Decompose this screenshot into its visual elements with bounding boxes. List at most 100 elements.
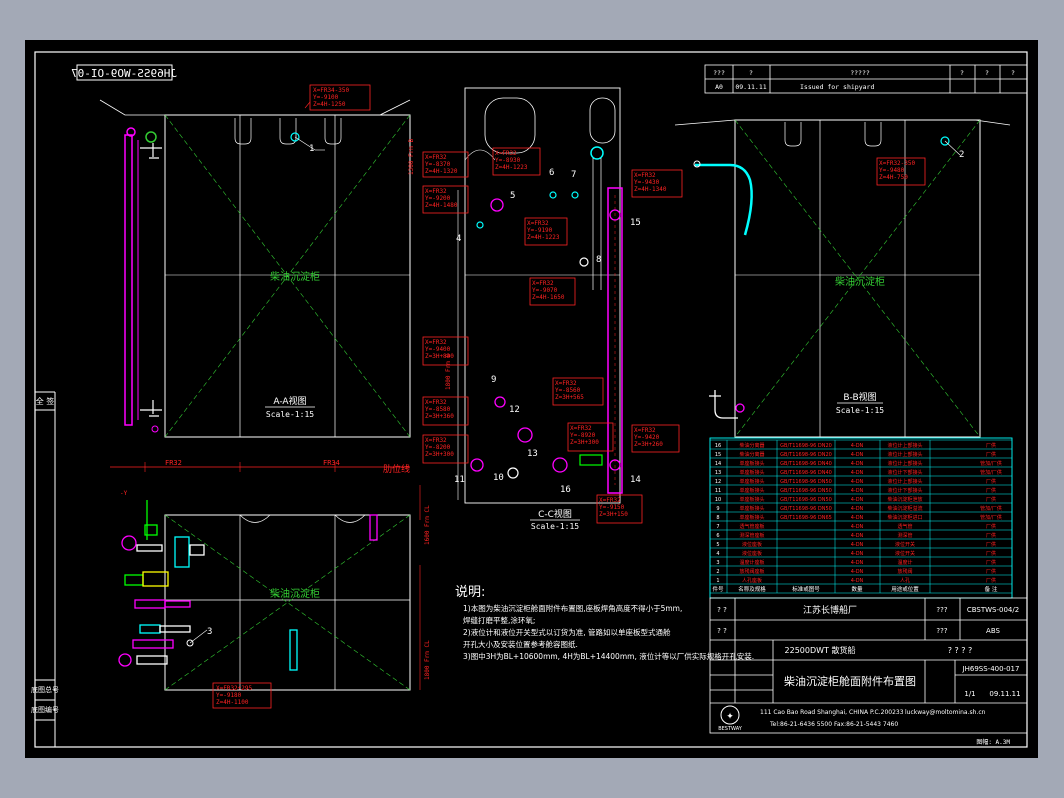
view-bb-scale: Scale-1:15 bbox=[836, 406, 884, 415]
parts-cell: 温度计 bbox=[897, 559, 912, 566]
bubble-10: 10 bbox=[493, 473, 504, 483]
bubble-6: 6 bbox=[549, 168, 554, 178]
parts-cell: 液位计上部接头 bbox=[887, 460, 922, 467]
svg-text:-Y: -Y bbox=[120, 490, 128, 497]
parts-cell: 人孔座板 bbox=[742, 577, 762, 584]
parts-cell: 4-DN bbox=[851, 515, 864, 521]
coord-1-x: X=FR34-350 bbox=[313, 87, 350, 94]
bubble-11: 11 bbox=[454, 475, 465, 485]
bubble-15: 15 bbox=[630, 218, 641, 228]
view-plan: FR32 FR34 肋位线 柴油沉淀柜 1600 Frm CL 1800 Frm… bbox=[110, 459, 431, 709]
notes-heading: 说明: bbox=[455, 585, 485, 600]
coord-3-z: Z=4H-1100 bbox=[216, 699, 249, 706]
parts-cell: 测深管座板 bbox=[739, 532, 764, 539]
parts-cell: 柴油沉淀柜泄放 bbox=[887, 496, 922, 503]
parts-cell: 放残阀座板 bbox=[739, 568, 764, 575]
parts-cell: 10 bbox=[715, 497, 721, 503]
svg-text:✦: ✦ bbox=[726, 712, 734, 722]
parts-cell: GB/T11698-96 DN50 bbox=[780, 488, 832, 494]
rev-header-2: ????? bbox=[850, 69, 870, 77]
coord-13-x: X=FR32 bbox=[570, 425, 592, 432]
cad-drawing-sheet: 全 签 底图总号 底图编号 JH69SS-WO9-OI-07 ??? ? ???… bbox=[25, 40, 1038, 758]
parts-cell: GB/T11698-96 DN20 bbox=[780, 452, 832, 458]
parts-cell: 厂供 bbox=[986, 541, 996, 548]
coord-16-x: X=FR32 bbox=[599, 497, 621, 504]
coord-16-z: Z=3H+150 bbox=[599, 511, 628, 518]
parts-cell: 4-DN bbox=[851, 470, 864, 476]
coord-10-z: Z=3H+360 bbox=[425, 413, 454, 420]
scale-label: 图幅: A.3M bbox=[976, 738, 1010, 746]
parts-cell: 4-DN bbox=[851, 461, 864, 467]
parts-cell: 液位计上部接头 bbox=[887, 478, 922, 485]
parts-cell: 柴油沉淀柜溢流 bbox=[887, 505, 922, 512]
parts-cell: 厂供 bbox=[986, 451, 996, 458]
tb-address: 111 Cao Bao Road Shanghai, CHINA P.C.200… bbox=[760, 709, 904, 716]
bubble-13: 13 bbox=[527, 449, 538, 459]
parts-cell: 4-DN bbox=[851, 551, 864, 557]
coord-11-z: Z=3H+300 bbox=[425, 451, 454, 458]
rev-row-date: 09.11.11 bbox=[735, 83, 766, 91]
bubble-9: 9 bbox=[491, 375, 496, 385]
coord-3-x: X=FR32+295 bbox=[216, 685, 253, 692]
frame-rib-line: 肋位线 bbox=[383, 463, 410, 475]
coord-6-y: Y=-8930 bbox=[495, 157, 521, 164]
parts-cell: 液位开关 bbox=[895, 541, 915, 548]
parts-header-cell: 用途或位置 bbox=[891, 585, 919, 593]
coord-2-z: Z=4H-750 bbox=[879, 174, 908, 181]
parts-cell: 4 bbox=[716, 551, 719, 557]
view-cc-scale: Scale-1:15 bbox=[531, 522, 579, 531]
bubble-1: 1 bbox=[309, 144, 314, 154]
notes-line-4: 开孔大小及安装位置参考舱容图纸. bbox=[463, 639, 578, 649]
rev-header-4: ? bbox=[985, 69, 989, 77]
parts-cell: 厂供 bbox=[986, 568, 996, 575]
coord-13-y: Y=-8920 bbox=[570, 432, 596, 439]
parts-cell: 液位计上部接头 bbox=[887, 442, 922, 449]
parts-cell: 测深管 bbox=[897, 532, 912, 539]
rev-header-0: ??? bbox=[713, 69, 725, 77]
parts-cell: 厂供 bbox=[986, 442, 996, 449]
parts-cell: 14 bbox=[715, 461, 721, 467]
parts-cell: 1 bbox=[716, 578, 719, 584]
tb-class: ABS bbox=[986, 627, 1000, 635]
coord-5-y: Y=-9200 bbox=[425, 195, 451, 202]
bubble-2: 2 bbox=[959, 150, 964, 160]
view-bb-title: B-B视图 bbox=[843, 391, 876, 403]
parts-cell: 单座板接头 bbox=[739, 514, 764, 521]
parts-cell: 单座板接头 bbox=[739, 496, 764, 503]
view-aa: 柴油沉淀柜 A-A视图 Scale-1:15 1 X=FR34-350 Y=-9… bbox=[99, 84, 415, 438]
coord-7-x: X=FR32 bbox=[527, 220, 549, 227]
parts-cell: 厂供 bbox=[986, 532, 996, 539]
cad-drawing: 全 签 底图总号 底图编号 JH69SS-WO9-OI-07 ??? ? ???… bbox=[31, 51, 1028, 748]
coord-8-x: X=FR32 bbox=[532, 280, 554, 287]
parts-cell: 液位计下部接头 bbox=[887, 487, 922, 494]
coord-1-z: Z=4H-1250 bbox=[313, 101, 346, 108]
coord-4-x: X=FR32 bbox=[425, 154, 447, 161]
coord-2-x: X=FR32-350 bbox=[879, 160, 916, 167]
parts-cell: 4-DN bbox=[851, 488, 864, 494]
coord-9-y: Y=-9400 bbox=[425, 346, 451, 353]
parts-cell: GB/T11698-96 DN50 bbox=[780, 497, 832, 503]
coord-15-x: X=FR32 bbox=[634, 172, 656, 179]
tb-doc-no: CBSTWS-004/2 bbox=[967, 606, 1019, 614]
parts-cell: 管加/厂供 bbox=[980, 505, 1002, 512]
coord-14-z: Z=3H+260 bbox=[634, 441, 663, 448]
parts-header-cell: 数量 bbox=[851, 585, 863, 593]
parts-cell: 4-DN bbox=[851, 506, 864, 512]
parts-cell: 透气管座板 bbox=[739, 523, 764, 530]
rev-row-mark: A0 bbox=[715, 83, 723, 91]
tb-email: luckway@moltomina.sh.cn bbox=[905, 709, 986, 716]
tb-phone: Tel:86-21-6436 5500 Fax:86-21-5443 7460 bbox=[769, 721, 898, 728]
parts-cell: 液位计下部接头 bbox=[887, 469, 922, 476]
view-cc: C-C视图 Scale-1:15 1800 Frm B bbox=[445, 87, 623, 531]
coord-10-y: Y=-8580 bbox=[425, 406, 451, 413]
parts-cell: 11 bbox=[715, 488, 721, 494]
dim-1300: 1300 Frm B bbox=[408, 138, 415, 175]
parts-cell: 4-DN bbox=[851, 443, 864, 449]
coord-10-x: X=FR32 bbox=[425, 399, 447, 406]
tb-q3: ??? bbox=[936, 627, 947, 635]
parts-cell: 厂供 bbox=[986, 496, 996, 503]
tb-date: 09.11.11 bbox=[989, 690, 1020, 698]
coord-4-y: Y=-8370 bbox=[425, 161, 451, 168]
parts-cell: 4-DN bbox=[851, 479, 864, 485]
parts-cell: GB/T11698-96 DN40 bbox=[780, 470, 832, 476]
